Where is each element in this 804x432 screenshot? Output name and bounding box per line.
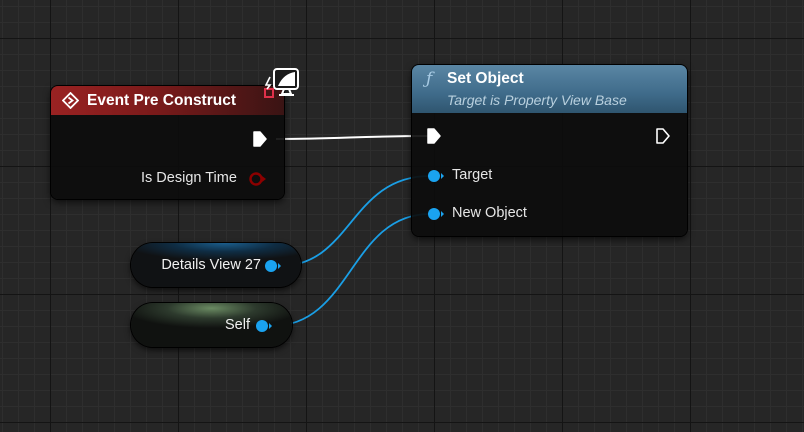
exec-input-pin[interactable]: [426, 127, 442, 145]
event-node-title: Event Pre Construct: [87, 92, 237, 109]
function-icon: ƒ: [426, 69, 433, 89]
client-monitor-icon: [264, 68, 299, 98]
details-view-label: Details View 27: [161, 257, 261, 273]
set-object-subtitle: Target is Property View Base: [447, 92, 627, 108]
details-view-output-pin[interactable]: [263, 258, 283, 274]
target-wire[interactable]: [279, 175, 431, 267]
set-object-node[interactable]: ƒ Set Object Target is Property View Bas…: [412, 65, 687, 236]
self-output-pin[interactable]: [254, 318, 274, 334]
exec-wire[interactable]: [275, 135, 431, 140]
self-label: Self: [225, 317, 250, 333]
blueprint-graph-canvas[interactable]: Event Pre Construct Is Design Time ƒ Set…: [0, 0, 804, 432]
target-pin-label: Target: [452, 167, 493, 183]
details-view-variable-node[interactable]: Details View 27: [131, 243, 301, 287]
exec-output-pin[interactable]: [655, 127, 671, 145]
event-diamond-icon: [62, 92, 79, 109]
self-reference-node[interactable]: Self: [131, 303, 292, 347]
is-design-time-label: Is Design Time: [141, 170, 237, 186]
is-design-time-pin[interactable]: [248, 170, 268, 188]
new-object-pin[interactable]: [426, 206, 446, 222]
target-pin[interactable]: [426, 168, 446, 184]
set-object-header[interactable]: ƒ Set Object Target is Property View Bas…: [412, 65, 687, 113]
exec-output-pin[interactable]: [252, 130, 268, 148]
event-node-header[interactable]: Event Pre Construct: [51, 86, 284, 115]
event-pre-construct-node[interactable]: Event Pre Construct Is Design Time: [51, 86, 284, 199]
set-object-title: Set Object: [447, 70, 524, 87]
new-object-pin-label: New Object: [452, 205, 527, 221]
